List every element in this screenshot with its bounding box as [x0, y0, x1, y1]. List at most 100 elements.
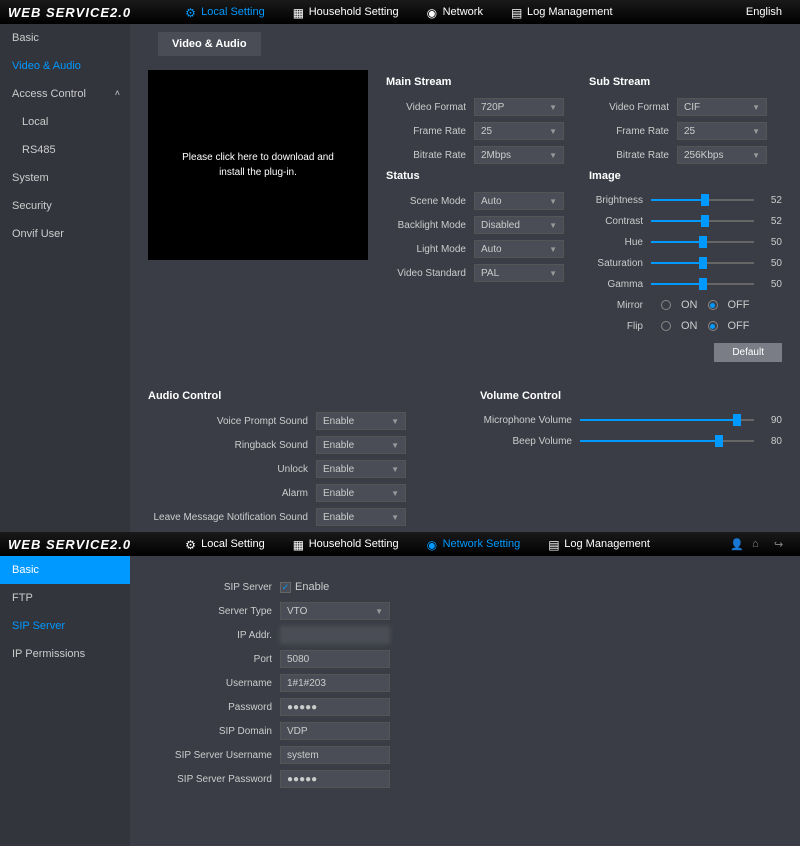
sub-bitrate-select[interactable]: 256Kbps▼ — [677, 146, 767, 164]
hue-value: 50 — [762, 237, 782, 248]
flip-on-radio[interactable] — [661, 321, 671, 331]
ringback-label: Ringback Sound — [148, 440, 316, 451]
nav2-local-setting[interactable]: Local Setting — [171, 532, 279, 556]
chevron-down-icon: ▼ — [549, 197, 557, 206]
sidebar-item-video-audio[interactable]: Video & Audio — [0, 52, 130, 80]
mic-volume-slider[interactable] — [580, 419, 754, 421]
mirror-off-radio[interactable] — [708, 300, 718, 310]
sip-domain-label: SIP Domain — [160, 726, 280, 737]
top-bar-1: WEB SERVICE2.0 Local Setting Household S… — [0, 0, 800, 24]
password-input[interactable] — [280, 698, 390, 716]
alarm-select[interactable]: Enable▼ — [316, 484, 406, 502]
server-type-select[interactable]: VTO▼ — [280, 602, 390, 620]
top-bar-2: WEB SERVICE2.0 Local Setting Household S… — [0, 532, 800, 556]
scene-mode-select[interactable]: Auto▼ — [474, 192, 564, 210]
voice-prompt-select[interactable]: Enable▼ — [316, 412, 406, 430]
video-standard-select[interactable]: PAL▼ — [474, 264, 564, 282]
logo: WEB SERVICE2.0 — [8, 5, 131, 20]
flip-off-radio[interactable] — [708, 321, 718, 331]
sip-server-user-input[interactable] — [280, 746, 390, 764]
leave-msg-select[interactable]: Enable▼ — [316, 508, 406, 526]
saturation-value: 50 — [762, 258, 782, 269]
unlock-select[interactable]: Enable▼ — [316, 460, 406, 478]
main-panel-2: SIP Server✓Enable Server TypeVTO▼ IP Add… — [130, 556, 800, 846]
sub-video-format-select[interactable]: CIF▼ — [677, 98, 767, 116]
saturation-slider[interactable] — [651, 262, 754, 264]
plugin-preview[interactable]: Please click here to download and instal… — [148, 70, 368, 260]
plugin-preview-text: Please click here to download and instal… — [168, 150, 348, 180]
grid-icon — [293, 538, 305, 550]
gamma-value: 50 — [762, 279, 782, 290]
nav-log-management[interactable]: Log Management — [497, 0, 627, 24]
log-icon — [548, 538, 560, 550]
ip-addr-input[interactable] — [280, 626, 390, 644]
mirror-on-radio[interactable] — [661, 300, 671, 310]
sidebar-item-onvif-user[interactable]: Onvif User — [0, 220, 130, 248]
sub-stream-header: Sub Stream — [589, 76, 782, 88]
scene-mode-label: Scene Mode — [386, 196, 474, 207]
sip-enable-checkbox[interactable]: ✓ — [280, 582, 291, 593]
nav-network[interactable]: Network — [413, 0, 497, 24]
chevron-down-icon: ▼ — [375, 607, 383, 616]
brightness-slider[interactable] — [651, 199, 754, 201]
mic-volume-label: Microphone Volume — [480, 415, 580, 426]
light-mode-label: Light Mode — [386, 244, 474, 255]
chevron-down-icon: ▼ — [752, 127, 760, 136]
sip-server-pass-input[interactable] — [280, 770, 390, 788]
chevron-down-icon: ▼ — [391, 513, 399, 522]
unlock-label: Unlock — [148, 464, 316, 475]
frame-rate-label: Frame Rate — [386, 126, 474, 137]
main-frame-rate-select[interactable]: 25▼ — [474, 122, 564, 140]
sidebar-item-access-control[interactable]: Access Control˄ — [0, 80, 130, 108]
gamma-slider[interactable] — [651, 283, 754, 285]
logout-icon[interactable]: ↪ — [774, 538, 786, 550]
port-label: Port — [160, 654, 280, 665]
nav-local-setting[interactable]: Local Setting — [171, 0, 279, 24]
sub-video-format-label: Video Format — [589, 102, 677, 113]
sidebar2-item-basic[interactable]: Basic — [0, 556, 130, 584]
gear-icon — [185, 6, 197, 18]
sidebar-item-rs485[interactable]: RS485 — [0, 136, 130, 164]
sidebar-item-basic[interactable]: Basic — [0, 24, 130, 52]
sidebar-item-system[interactable]: System — [0, 164, 130, 192]
mic-volume-value: 90 — [762, 415, 782, 426]
main-bitrate-select[interactable]: 2Mbps▼ — [474, 146, 564, 164]
sip-server-label: SIP Server — [160, 582, 280, 593]
sub-frame-rate-select[interactable]: 25▼ — [677, 122, 767, 140]
default-button[interactable]: Default — [714, 343, 782, 362]
main-video-format-select[interactable]: 720P▼ — [474, 98, 564, 116]
nav2-household-setting[interactable]: Household Setting — [279, 532, 413, 556]
volume-control-header: Volume Control — [480, 390, 782, 402]
image-header: Image — [589, 170, 782, 182]
alarm-label: Alarm — [148, 488, 316, 499]
tab-video-audio[interactable]: Video & Audio — [158, 32, 261, 56]
status-header: Status — [386, 170, 579, 182]
light-mode-select[interactable]: Auto▼ — [474, 240, 564, 258]
nav2-network-setting[interactable]: Network Setting — [413, 532, 535, 556]
leave-msg-label: Leave Message Notification Sound — [148, 512, 316, 523]
chevron-down-icon: ▼ — [549, 221, 557, 230]
flip-label: Flip — [589, 321, 651, 332]
sidebar2-item-sip-server[interactable]: SIP Server — [0, 612, 130, 640]
home-icon[interactable]: ⌂ — [752, 538, 764, 550]
mirror-label: Mirror — [589, 300, 651, 311]
nav-household-setting[interactable]: Household Setting — [279, 0, 413, 24]
nav2-log-management[interactable]: Log Management — [534, 532, 664, 556]
sidebar-item-local[interactable]: Local — [0, 108, 130, 136]
hue-slider[interactable] — [651, 241, 754, 243]
sidebar-1: Basic Video & Audio Access Control˄ Loca… — [0, 24, 130, 532]
sidebar-2: Basic FTP SIP Server IP Permissions — [0, 556, 130, 846]
beep-volume-slider[interactable] — [580, 440, 754, 442]
ringback-select[interactable]: Enable▼ — [316, 436, 406, 454]
backlight-mode-select[interactable]: Disabled▼ — [474, 216, 564, 234]
sip-domain-input[interactable] — [280, 722, 390, 740]
sidebar2-item-ip-permissions[interactable]: IP Permissions — [0, 640, 130, 668]
user-icon[interactable]: 👤 — [730, 538, 742, 550]
sidebar2-item-ftp[interactable]: FTP — [0, 584, 130, 612]
logo-2: WEB SERVICE2.0 — [8, 537, 131, 552]
contrast-slider[interactable] — [651, 220, 754, 222]
language-selector[interactable]: English — [746, 6, 792, 18]
sidebar-item-security[interactable]: Security — [0, 192, 130, 220]
port-input[interactable] — [280, 650, 390, 668]
username-input[interactable] — [280, 674, 390, 692]
